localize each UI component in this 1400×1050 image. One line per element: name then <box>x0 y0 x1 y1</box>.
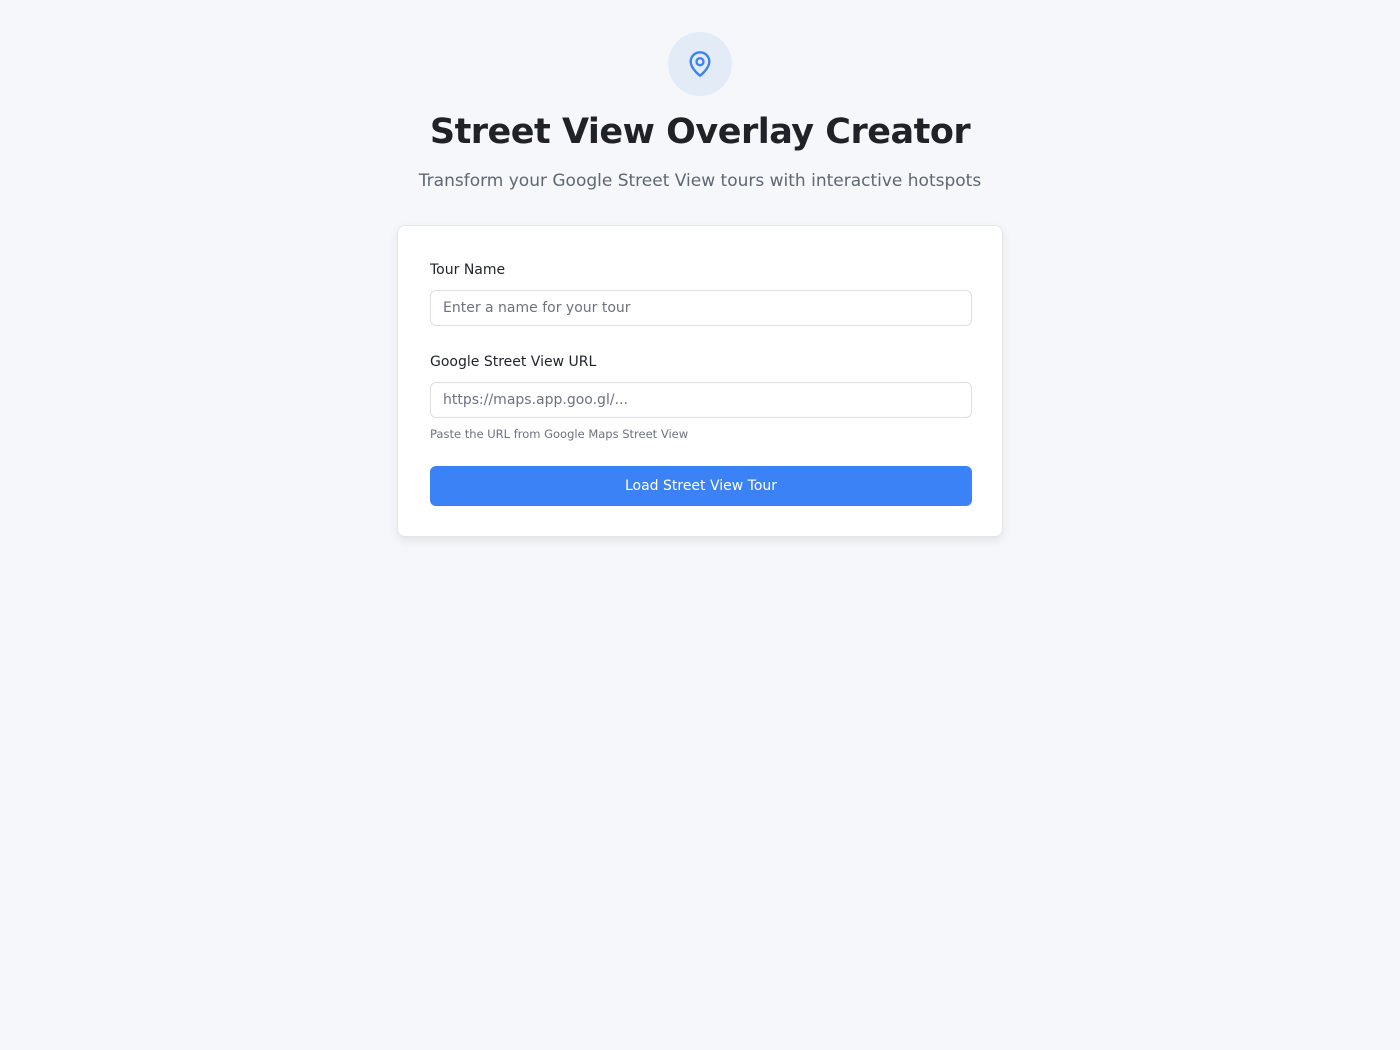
page-title: Street View Overlay Creator <box>429 112 971 152</box>
tour-name-label: Tour Name <box>430 262 506 278</box>
url-help-text: Paste the URL from Google Maps Street Vi… <box>430 427 689 441</box>
tour-name-input[interactable] <box>430 290 972 326</box>
street-view-url-label: Google Street View URL <box>430 354 597 370</box>
tour-form-card: Tour Name Google Street View URL Paste t… <box>397 225 1003 537</box>
load-tour-button[interactable]: Load Street View Tour <box>430 466 972 506</box>
street-view-url-input[interactable] <box>430 382 972 418</box>
map-pin-icon <box>689 51 711 77</box>
page-subtitle: Transform your Google Street View tours … <box>418 171 982 191</box>
page-header: Street View Overlay Creator Transform yo… <box>0 32 1400 192</box>
logo-badge <box>668 32 732 96</box>
